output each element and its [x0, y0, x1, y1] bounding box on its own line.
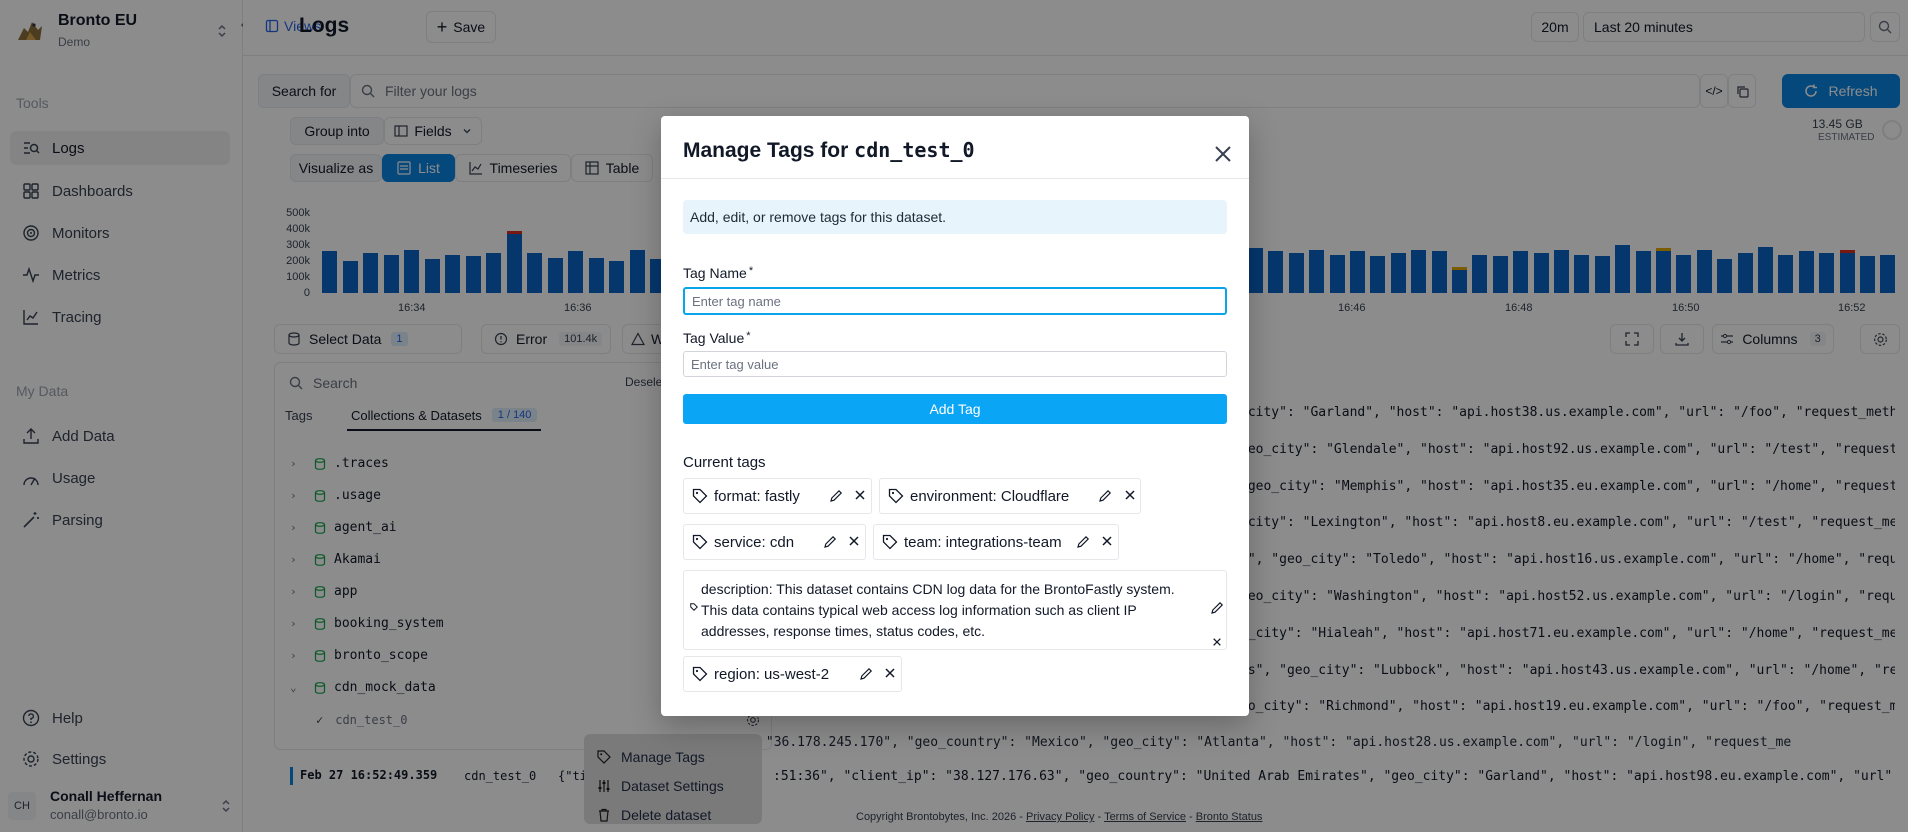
pencil-icon[interactable] [829, 489, 843, 503]
tag-chip-label: team: integrations-team [904, 533, 1062, 551]
tag-value-label: Tag Value * [683, 330, 751, 346]
remove-tag-icon[interactable] [884, 667, 896, 679]
modal-title: Manage Tags for cdn_test_0 [683, 138, 975, 163]
required-mark: * [746, 330, 751, 342]
tag-name-label: Tag Name * [683, 265, 753, 281]
tag-icon [692, 488, 708, 504]
tag-chip-label: environment: Cloudflare [910, 487, 1070, 505]
menu-item-delete-dataset[interactable]: Delete dataset [597, 803, 711, 827]
tag-chip-label: description: This dataset contains CDN l… [701, 581, 1175, 639]
remove-tag-icon[interactable] [1212, 637, 1222, 647]
pencil-icon[interactable] [1098, 489, 1112, 503]
trash-icon [599, 808, 609, 822]
remove-tag-icon[interactable] [1101, 535, 1113, 547]
tag-value-label-text: Tag Value [683, 330, 745, 346]
tag-icon [692, 534, 708, 550]
remove-tag-icon[interactable] [854, 489, 866, 501]
manage-tags-modal: Manage Tags for cdn_test_0 Add, edit, or… [661, 116, 1249, 716]
pencil-icon[interactable] [1076, 535, 1090, 549]
modal-title-prefix: Manage Tags for [683, 139, 849, 162]
close-icon[interactable] [1211, 142, 1235, 166]
tag-chip: service: cdn [683, 524, 866, 560]
menu-item-dataset-settings[interactable]: Dataset Settings [597, 774, 724, 798]
remove-tag-icon[interactable] [848, 535, 860, 547]
menu-item-manage-tags[interactable]: Manage Tags [597, 745, 705, 769]
remove-tag-icon[interactable] [1124, 489, 1136, 501]
menu-item-label: Manage Tags [621, 749, 705, 765]
tag-icon [692, 666, 708, 682]
tag-chip-label: format: fastly [714, 487, 800, 505]
dataset-context-menu: Manage Tags Dataset Settings Delete data… [584, 734, 762, 824]
tag-name-label-text: Tag Name [683, 265, 747, 281]
pencil-icon[interactable] [1210, 601, 1224, 615]
required-mark: * [748, 265, 754, 277]
info-box: Add, edit, or remove tags for this datas… [683, 200, 1227, 234]
tag-chip: format: fastly [683, 478, 872, 514]
modal-divider [661, 178, 1249, 179]
menu-item-label: Dataset Settings [621, 778, 724, 794]
current-tags-label: Current tags [683, 454, 766, 471]
tag-value-input[interactable] [683, 351, 1227, 377]
sliders-icon [598, 780, 610, 792]
tag-chip: team: integrations-team [873, 524, 1119, 560]
pencil-icon[interactable] [823, 535, 837, 549]
tag-chip: environment: Cloudflare [879, 478, 1141, 514]
modal-title-dataset: cdn_test_0 [854, 138, 975, 162]
add-tag-button[interactable]: Add Tag [683, 394, 1227, 424]
pencil-icon[interactable] [859, 667, 873, 681]
tag-chip: region: us-west-2 [683, 656, 902, 692]
tag-icon [690, 603, 698, 611]
tag-chip-label: service: cdn [714, 533, 795, 551]
menu-item-label: Delete dataset [621, 807, 712, 823]
tag-icon [888, 488, 904, 504]
tag-chip-description: description: This dataset contains CDN l… [683, 570, 1227, 650]
tag-name-input[interactable] [683, 287, 1227, 315]
tag-icon [882, 534, 898, 550]
tag-chip-label: region: us-west-2 [714, 665, 830, 683]
tag-icon [597, 750, 611, 764]
